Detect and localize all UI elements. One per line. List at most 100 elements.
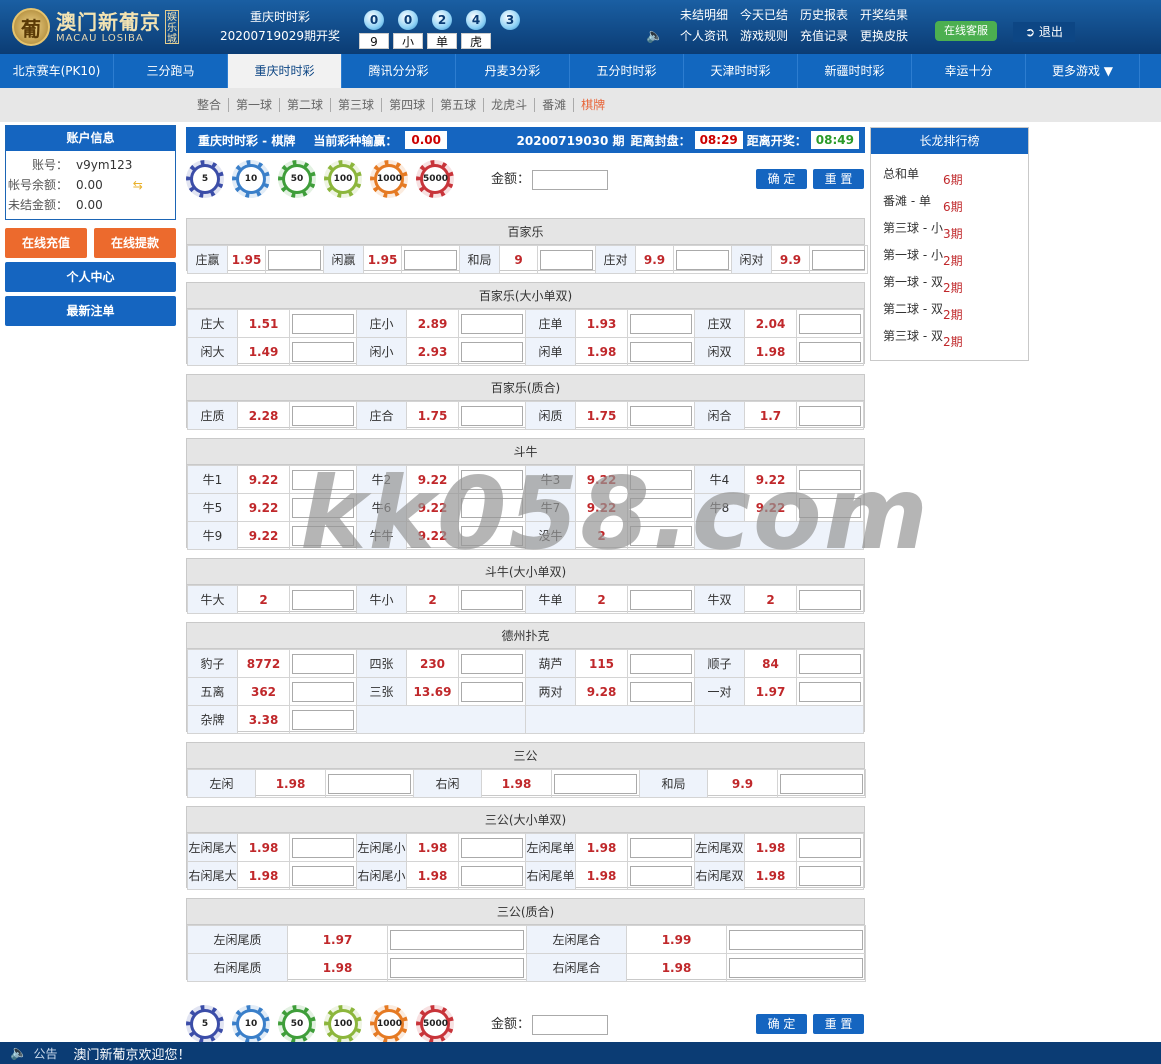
subnav-item[interactable]: 龙虎斗 xyxy=(483,98,534,112)
bet-amount-input[interactable] xyxy=(390,929,524,950)
recharge-button[interactable]: 在线充值 xyxy=(5,228,87,258)
chip-50[interactable]: 50 xyxy=(278,1005,316,1043)
bet-amount-input[interactable] xyxy=(799,469,861,490)
subnav-item[interactable]: 第一球 xyxy=(228,98,279,112)
reset-button[interactable]: 重 置 xyxy=(813,1014,864,1034)
chip-100[interactable]: 100 xyxy=(324,160,362,198)
bet-amount-input[interactable] xyxy=(292,709,354,730)
withdraw-button[interactable]: 在线提款 xyxy=(94,228,176,258)
logout-button[interactable]: ➲ 退出 xyxy=(1013,22,1075,42)
bet-amount-input[interactable] xyxy=(630,313,692,334)
reset-button[interactable]: 重 置 xyxy=(813,169,864,189)
refresh-icon[interactable]: ⇆ xyxy=(133,175,143,195)
online-service-button[interactable]: 在线客服 xyxy=(935,21,997,41)
subnav-item[interactable]: 整合 xyxy=(190,98,228,112)
bet-amount-input[interactable] xyxy=(630,681,692,702)
confirm-button[interactable]: 确 定 xyxy=(756,169,807,189)
tab-game[interactable]: 天津时时彩 xyxy=(684,54,798,88)
volume-icon[interactable]: 🔈 xyxy=(646,28,663,44)
top-link[interactable]: 今天已结 xyxy=(740,6,800,23)
subnav-item[interactable]: 第四球 xyxy=(381,98,432,112)
bet-amount-input[interactable] xyxy=(799,837,861,858)
bet-amount-input[interactable] xyxy=(799,589,861,610)
bet-amount-input[interactable] xyxy=(630,405,692,426)
top-link[interactable]: 开奖结果 xyxy=(860,6,920,23)
amount-input[interactable] xyxy=(532,1014,609,1035)
bet-amount-input[interactable] xyxy=(292,405,354,426)
bet-amount-input[interactable] xyxy=(461,865,523,886)
subnav-item[interactable]: 番滩 xyxy=(534,98,573,112)
bet-amount-input[interactable] xyxy=(799,681,861,702)
chip-50[interactable]: 50 xyxy=(278,160,316,198)
tab-game[interactable]: 幸运十分 xyxy=(912,54,1026,88)
bet-amount-input[interactable] xyxy=(630,469,692,490)
bet-amount-input[interactable] xyxy=(461,341,523,362)
bet-amount-input[interactable] xyxy=(461,525,523,546)
bet-amount-input[interactable] xyxy=(292,865,354,886)
subnav-item[interactable]: 第五球 xyxy=(432,98,483,112)
top-link[interactable]: 更换皮肤 xyxy=(860,27,920,44)
subnav-item[interactable]: 棋牌 xyxy=(573,98,612,112)
bet-amount-input[interactable] xyxy=(461,469,523,490)
chip-5[interactable]: 5 xyxy=(186,160,224,198)
bet-amount-input[interactable] xyxy=(630,837,692,858)
bet-amount-input[interactable] xyxy=(630,341,692,362)
top-link[interactable]: 游戏规则 xyxy=(740,27,800,44)
bet-amount-input[interactable] xyxy=(292,341,354,362)
bet-amount-input[interactable] xyxy=(799,865,861,886)
bet-amount-input[interactable] xyxy=(540,249,593,270)
top-link[interactable]: 充值记录 xyxy=(800,27,860,44)
personal-center-button[interactable]: 个人中心 xyxy=(5,262,176,292)
bet-amount-input[interactable] xyxy=(461,681,523,702)
chip-1000[interactable]: 1000 xyxy=(370,1005,408,1043)
chip-10[interactable]: 10 xyxy=(232,160,270,198)
bet-amount-input[interactable] xyxy=(461,653,523,674)
bet-amount-input[interactable] xyxy=(292,589,354,610)
subnav-item[interactable]: 第三球 xyxy=(330,98,381,112)
bet-amount-input[interactable] xyxy=(799,341,861,362)
bet-amount-input[interactable] xyxy=(292,525,354,546)
tab-game[interactable]: 北京赛车(PK10) xyxy=(0,54,114,88)
bet-amount-input[interactable] xyxy=(630,865,692,886)
bet-amount-input[interactable] xyxy=(292,681,354,702)
bet-amount-input[interactable] xyxy=(630,589,692,610)
bet-amount-input[interactable] xyxy=(729,957,863,978)
confirm-button[interactable]: 确 定 xyxy=(756,1014,807,1034)
bet-amount-input[interactable] xyxy=(292,837,354,858)
chip-10[interactable]: 10 xyxy=(232,1005,270,1043)
tab-game[interactable]: 三分跑马 xyxy=(114,54,228,88)
bet-amount-input[interactable] xyxy=(292,653,354,674)
subnav-item[interactable]: 第二球 xyxy=(279,98,330,112)
bet-amount-input[interactable] xyxy=(404,249,457,270)
bet-amount-input[interactable] xyxy=(390,957,524,978)
amount-input[interactable] xyxy=(532,169,609,190)
bet-amount-input[interactable] xyxy=(461,497,523,518)
chip-5000[interactable]: 5000 xyxy=(416,1005,454,1043)
bet-amount-input[interactable] xyxy=(292,313,354,334)
chip-1000[interactable]: 1000 xyxy=(370,160,408,198)
tab-game[interactable]: 五分时时彩 xyxy=(570,54,684,88)
bet-amount-input[interactable] xyxy=(461,313,523,334)
bet-amount-input[interactable] xyxy=(630,653,692,674)
bet-amount-input[interactable] xyxy=(268,249,321,270)
top-link[interactable]: 历史报表 xyxy=(800,6,860,23)
bet-amount-input[interactable] xyxy=(292,469,354,490)
bet-amount-input[interactable] xyxy=(799,405,861,426)
bet-amount-input[interactable] xyxy=(461,405,523,426)
top-link[interactable]: 个人资讯 xyxy=(680,27,740,44)
tab-game[interactable]: 更多游戏 ▼ xyxy=(1026,54,1140,88)
tab-game[interactable]: 腾讯分分彩 xyxy=(342,54,456,88)
bet-amount-input[interactable] xyxy=(461,837,523,858)
bet-amount-input[interactable] xyxy=(729,929,863,950)
tab-game[interactable]: 重庆时时彩 xyxy=(228,54,342,88)
bet-amount-input[interactable] xyxy=(780,773,863,794)
bet-amount-input[interactable] xyxy=(554,773,637,794)
bet-amount-input[interactable] xyxy=(292,497,354,518)
tab-game[interactable]: 丹麦3分彩 xyxy=(456,54,570,88)
latest-bets-button[interactable]: 最新注单 xyxy=(5,296,176,326)
bet-amount-input[interactable] xyxy=(799,313,861,334)
tab-game[interactable]: 新疆时时彩 xyxy=(798,54,912,88)
bet-amount-input[interactable] xyxy=(799,653,861,674)
bet-amount-input[interactable] xyxy=(676,249,729,270)
bet-amount-input[interactable] xyxy=(328,773,411,794)
